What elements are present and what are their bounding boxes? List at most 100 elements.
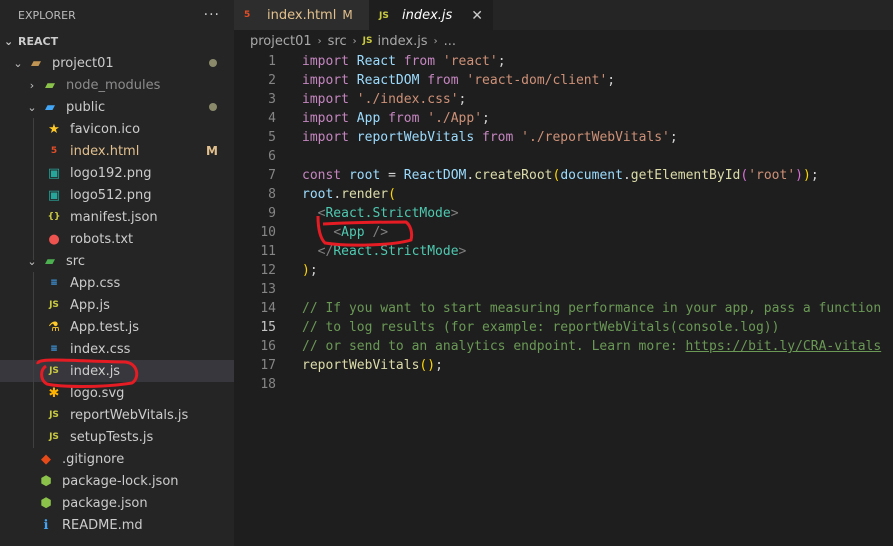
code-token: ): [302, 263, 310, 278]
explorer-title: EXPLORER: [18, 8, 76, 22]
code-token: // to log results (for example: reportWe…: [302, 320, 780, 335]
tree-item-manifest-json[interactable]: {} manifest.json: [0, 206, 234, 228]
tree-item--gitignore[interactable]: ◆ .gitignore: [0, 448, 234, 470]
code-line[interactable]: 9 <React.StrictMode>: [234, 204, 893, 223]
test-flask-icon: ⚗: [48, 319, 60, 335]
tree-item-label: logo.svg: [70, 385, 125, 401]
indent-guide: [33, 272, 34, 448]
code-text: );: [302, 261, 318, 280]
breadcrumb-item[interactable]: ...: [444, 34, 456, 49]
breadcrumb-item[interactable]: project01: [250, 34, 312, 49]
tree-item-readme-md[interactable]: ℹ README.md: [0, 514, 234, 536]
code-line[interactable]: 8 root.render(: [234, 185, 893, 204]
code-token: (: [740, 168, 749, 183]
code-token: './index.css': [356, 92, 459, 107]
tree-item-public[interactable]: ⌄ ▰ public: [0, 96, 234, 118]
code-text: import App from './App';: [302, 109, 490, 128]
code-editor[interactable]: 1 import React from 'react'; 2 import React…: [234, 52, 893, 394]
tree-item-logo-svg[interactable]: ✱ logo.svg: [0, 382, 234, 404]
code-line[interactable]: 10 <App />: [234, 223, 893, 242]
code-line[interactable]: 16 // or send to an analytics endpoint. L…: [234, 337, 893, 356]
json-braces-icon: {}: [47, 212, 61, 222]
line-number: 1: [268, 54, 276, 69]
code-text: reportWebVitals();: [302, 356, 443, 375]
more-actions-icon[interactable]: ···: [204, 7, 220, 23]
tree-item-label: App.test.js: [70, 319, 140, 335]
tree-item-label: reportWebVitals.js: [70, 407, 189, 423]
tree-item-node-modules[interactable]: › ▰ node_modules: [0, 74, 234, 96]
code-text: <React.StrictMode>: [302, 204, 459, 223]
tree-item-app-css[interactable]: ≡ App.css: [0, 272, 234, 294]
tree-item-reportwebvitals-js[interactable]: JS reportWebVitals.js: [0, 404, 234, 426]
chevron-down-icon: ⌄: [27, 254, 37, 268]
code-line[interactable]: 17 reportWebVitals();: [234, 356, 893, 375]
tree-item-robots-txt[interactable]: ● robots.txt: [0, 228, 234, 250]
code-token: ;: [309, 263, 318, 278]
chevron-right-icon: ›: [29, 78, 35, 92]
code-line[interactable]: 3 import './index.css';: [234, 90, 893, 109]
code-line[interactable]: 7 const root = ReactDOM. createRoot (docume…: [234, 166, 893, 185]
tree-item-label: project01: [52, 55, 114, 71]
breadcrumb-item[interactable]: src: [328, 34, 347, 49]
code-line[interactable]: 2 import ReactDOM from 'react-dom/client'…: [234, 71, 893, 90]
workspace-section[interactable]: ⌄ REACT: [0, 30, 234, 52]
code-text: // to log results (for example: reportWe…: [302, 318, 779, 337]
tree-item-index-js[interactable]: JS index.js: [0, 360, 234, 382]
line-number: 12: [260, 263, 276, 278]
tree-item-app-test-js[interactable]: ⚗ App.test.js: [0, 316, 234, 338]
tree-item-src[interactable]: ⌄ ▰ src: [0, 250, 234, 272]
tree-item-package-json[interactable]: ⬢ package.json: [0, 492, 234, 514]
tree-item-favicon-ico[interactable]: ★ favicon.ico: [0, 118, 234, 140]
tab-bar: 5 index.html M JS index.js ✕: [234, 0, 893, 30]
code-token: import: [302, 92, 357, 107]
line-number: 6: [268, 149, 276, 164]
code-token: ;: [607, 73, 616, 88]
code-token: './App': [427, 111, 483, 126]
tree-item-setuptests-js[interactable]: JS setupTests.js: [0, 426, 234, 448]
breadcrumb-item[interactable]: index.js: [378, 34, 428, 49]
line-number: 9: [268, 206, 276, 221]
svg-asterisk-icon: ✱: [48, 385, 60, 401]
node-folder-icon: ▰: [45, 77, 55, 93]
tree-item-index-css[interactable]: ≡ index.css: [0, 338, 234, 360]
tree-item-logo512-png[interactable]: ▣ logo512.png: [0, 184, 234, 206]
code-token: getElementById: [630, 168, 741, 183]
js-icon: JS: [379, 10, 389, 21]
code-line[interactable]: 4 import App from './App';: [234, 109, 893, 128]
code-line[interactable]: 11 </React.StrictMode>: [234, 242, 893, 261]
code-line[interactable]: 6: [234, 147, 893, 166]
code-line[interactable]: 15 // to log results (for example: report…: [234, 318, 893, 337]
tree-item-package-lock-json[interactable]: ⬢ package-lock.json: [0, 470, 234, 492]
code-token: ;: [669, 130, 678, 145]
line-number: 7: [268, 168, 276, 183]
explorer-sidebar: EXPLORER ··· ⌄ REACT ⌄ ▰ project01 › ▰ node_m…: [0, 0, 234, 546]
tree-item-project01[interactable]: ⌄ ▰ project01: [0, 52, 234, 74]
line-number: 13: [260, 282, 276, 297]
tree-item-index-html[interactable]: 5 index.html M: [0, 140, 234, 162]
tree-item-label: index.html: [70, 143, 140, 159]
code-token: </: [317, 244, 334, 259]
chevron-down-icon: ⌄: [13, 56, 23, 70]
tree-item-logo192-png[interactable]: ▣ logo192.png: [0, 162, 234, 184]
code-token: root: [348, 168, 389, 183]
code-line[interactable]: 12);: [234, 261, 893, 280]
tree-item-label: App.js: [70, 297, 110, 313]
code-line[interactable]: 14 // If you want to start measuring perf…: [234, 299, 893, 318]
chevron-right-icon: ›: [352, 35, 357, 47]
code-line[interactable]: 1 import React from 'react';: [234, 52, 893, 71]
robot-icon: ●: [48, 231, 60, 247]
tab-index-js[interactable]: JS index.js ✕: [369, 0, 493, 30]
tab-index-html[interactable]: 5 index.html M: [234, 0, 369, 30]
tree-item-app-js[interactable]: JS App.js: [0, 294, 234, 316]
npm-icon: ⬢: [40, 495, 52, 511]
tree-item-label: package-lock.json: [62, 473, 179, 489]
code-line[interactable]: 18: [234, 375, 893, 394]
code-token: document: [560, 168, 623, 183]
code-line[interactable]: 5 import reportWebVitals from './reportWe…: [234, 128, 893, 147]
code-line[interactable]: 13: [234, 280, 893, 299]
code-text: import ReactDOM from 'react-dom/client';: [302, 71, 615, 90]
close-icon[interactable]: ✕: [471, 8, 483, 24]
tab-label: index.js: [402, 8, 453, 23]
tree-item-label: public: [66, 99, 106, 115]
